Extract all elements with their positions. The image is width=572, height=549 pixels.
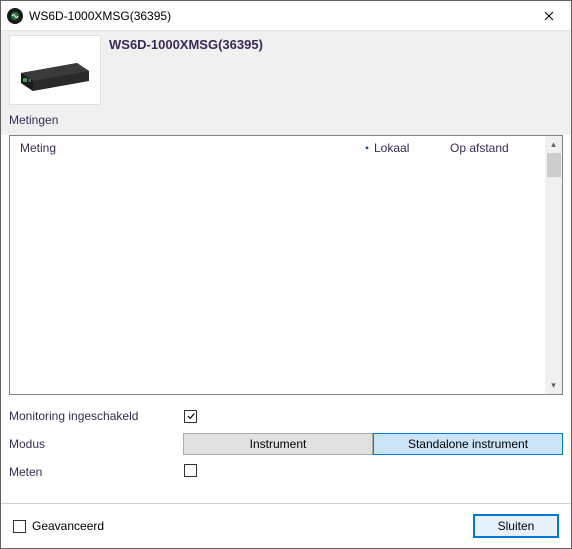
scroll-up-icon[interactable]: ▴ <box>545 136 562 153</box>
grid-header: Meting ▪ Lokaal Op afstand <box>10 136 545 160</box>
close-dialog-button[interactable]: Sluiten <box>473 514 559 538</box>
scroll-down-icon[interactable]: ▾ <box>545 377 562 394</box>
footer: Geavanceerd Sluiten <box>1 503 571 548</box>
titlebar: WS6D-1000XMSG(36395) <box>1 1 571 31</box>
device-title: WS6D-1000XMSG(36395) <box>109 35 263 52</box>
modus-instrument-button[interactable]: Instrument <box>183 433 373 455</box>
close-icon <box>544 11 554 21</box>
column-opafstand[interactable]: Op afstand <box>450 141 535 155</box>
column-lokaal[interactable]: Lokaal <box>374 141 450 155</box>
window-title: WS6D-1000XMSG(36395) <box>29 9 526 23</box>
form-panel: Monitoring ingeschakeld Modus Instrument… <box>1 395 571 495</box>
measurements-grid: Meting ▪ Lokaal Op afstand ▴ ▾ <box>9 135 563 395</box>
scrollbar[interactable]: ▴ ▾ <box>545 136 562 394</box>
monitoring-checkbox[interactable] <box>184 410 197 423</box>
close-button[interactable] <box>526 1 571 30</box>
modus-standalone-button[interactable]: Standalone instrument <box>373 433 563 455</box>
header-panel: WS6D-1000XMSG(36395) Metingen <box>1 31 571 135</box>
dialog-window: WS6D-1000XMSG(36395) WS6D-1000XMSG(36395… <box>0 0 572 549</box>
device-thumbnail <box>9 35 101 105</box>
meten-label: Meten <box>9 465 184 479</box>
section-label-metingen: Metingen <box>9 113 563 127</box>
column-separator: ▪ <box>360 141 374 155</box>
app-icon <box>7 8 23 24</box>
advanced-checkbox[interactable] <box>13 520 26 533</box>
modus-toggle-group: Instrument Standalone instrument <box>183 433 563 455</box>
spacer <box>1 495 571 503</box>
scroll-thumb[interactable] <box>547 153 561 177</box>
column-meting[interactable]: Meting <box>20 141 360 155</box>
advanced-label: Geavanceerd <box>32 519 104 533</box>
monitoring-label: Monitoring ingeschakeld <box>9 409 184 423</box>
modus-label: Modus <box>9 437 183 451</box>
meten-checkbox[interactable] <box>184 464 197 477</box>
